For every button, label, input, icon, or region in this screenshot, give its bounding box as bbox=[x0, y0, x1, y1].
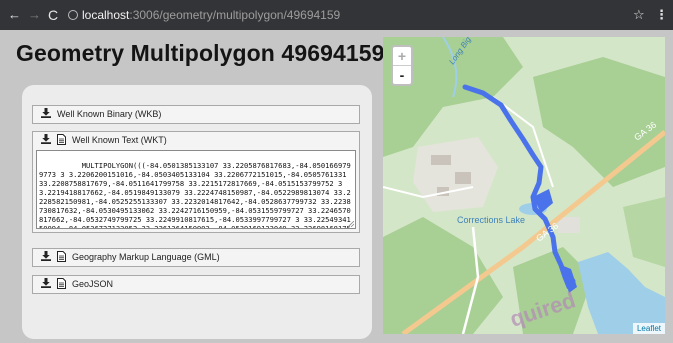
browser-menu-icon[interactable]: ⋮ bbox=[655, 7, 668, 23]
wkt-body: MULTIPOLYGON(((-84.0501385133107 33.2205… bbox=[33, 149, 359, 232]
building bbox=[558, 217, 580, 233]
gml-header[interactable]: Geography Markup Language (GML) bbox=[33, 249, 359, 266]
download-icon[interactable] bbox=[41, 108, 51, 118]
wkt-textarea[interactable]: MULTIPOLYGON(((-84.0501385133107 33.2205… bbox=[36, 150, 356, 229]
wkt-text: MULTIPOLYGON(((-84.0501385133107 33.2205… bbox=[39, 161, 351, 229]
browser-toolbar: ← → C localhost:3006/geometry/multipolyg… bbox=[0, 0, 673, 30]
document-icon[interactable] bbox=[57, 278, 66, 289]
map[interactable]: Long Big River Corrections Lake GA 36 GA… bbox=[383, 37, 665, 334]
wkt-label: Well Known Text (WKT) bbox=[72, 135, 167, 145]
wkt-section[interactable]: Well Known Text (WKT) MULTIPOLYGON(((-84… bbox=[32, 131, 360, 233]
zoom-in-button[interactable]: + bbox=[393, 47, 411, 66]
geojson-header[interactable]: GeoJSON bbox=[33, 276, 359, 293]
resize-grip-icon[interactable] bbox=[348, 221, 354, 227]
geojson-section[interactable]: GeoJSON bbox=[32, 275, 360, 294]
download-icon[interactable] bbox=[41, 251, 51, 261]
building bbox=[455, 172, 471, 184]
document-icon[interactable] bbox=[57, 134, 66, 145]
gml-label: Geography Markup Language (GML) bbox=[72, 252, 220, 262]
wkb-section[interactable]: Well Known Binary (WKB) bbox=[32, 105, 360, 124]
download-icon[interactable] bbox=[41, 134, 51, 144]
geojson-label: GeoJSON bbox=[72, 279, 114, 289]
gml-section[interactable]: Geography Markup Language (GML) bbox=[32, 248, 360, 267]
url-path: :3006/geometry/multipolygon/49694159 bbox=[129, 8, 341, 22]
download-icon[interactable] bbox=[41, 278, 51, 288]
wkb-label: Well Known Binary (WKB) bbox=[57, 109, 162, 119]
info-icon[interactable] bbox=[68, 10, 78, 20]
building bbox=[431, 155, 451, 165]
bookmark-star-icon[interactable]: ☆ bbox=[633, 7, 645, 23]
forward-arrow-icon[interactable]: → bbox=[28, 8, 41, 22]
page-title: Geometry Multipolygon 49694159 bbox=[16, 40, 385, 66]
url-host: localhost bbox=[82, 8, 130, 22]
document-icon[interactable] bbox=[57, 251, 66, 262]
lake-label: Corrections Lake bbox=[457, 215, 525, 225]
map-tiles[interactable]: Long Big River Corrections Lake GA 36 GA… bbox=[383, 37, 665, 334]
address-bar[interactable]: localhost:3006/geometry/multipolygon/496… bbox=[68, 5, 648, 25]
map-attribution[interactable]: Leaflet bbox=[632, 323, 665, 334]
zoom-control: + - bbox=[391, 45, 413, 86]
zoom-out-button[interactable]: - bbox=[393, 66, 411, 84]
reload-icon[interactable]: C bbox=[48, 8, 58, 22]
wkt-header[interactable]: Well Known Text (WKT) bbox=[33, 132, 359, 149]
formats-panel: Well Known Binary (WKB) Well Known Text … bbox=[22, 85, 372, 339]
back-arrow-icon[interactable]: ← bbox=[8, 8, 21, 22]
wkb-header[interactable]: Well Known Binary (WKB) bbox=[33, 106, 359, 123]
